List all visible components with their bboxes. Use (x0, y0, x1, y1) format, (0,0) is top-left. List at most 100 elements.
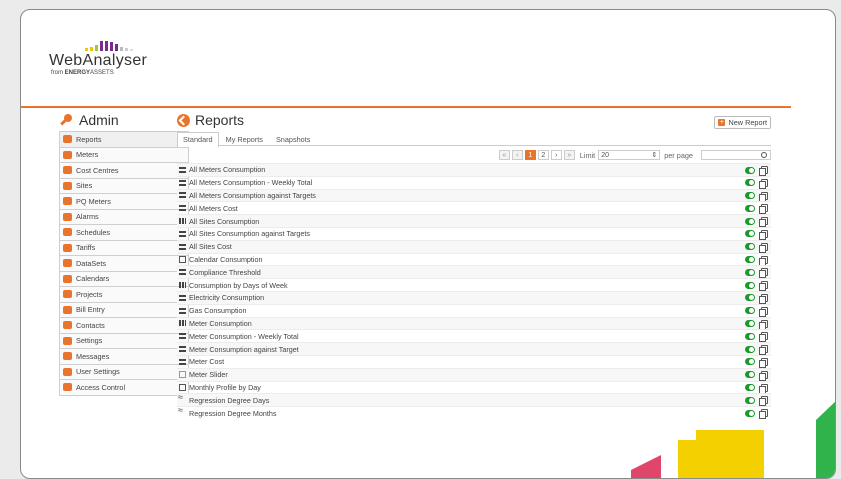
copy-icon[interactable] (759, 229, 768, 240)
copy-icon[interactable] (759, 345, 768, 356)
report-name[interactable]: Monthly Profile by Day (189, 383, 261, 392)
new-report-button[interactable]: + New Report (714, 116, 771, 129)
report-name[interactable]: All Meters Consumption - Weekly Total (189, 178, 312, 187)
report-name[interactable]: All Meters Consumption against Targets (189, 191, 316, 200)
copy-icon[interactable] (759, 281, 768, 292)
enabled-toggle[interactable] (745, 217, 755, 225)
enabled-toggle[interactable] (745, 281, 755, 289)
enabled-toggle[interactable] (745, 371, 755, 379)
enabled-toggle[interactable] (745, 345, 755, 353)
admin-menu-item-schedules[interactable]: Schedules (59, 225, 189, 241)
admin-menu-item-datasets[interactable]: DataSets (59, 256, 189, 272)
copy-icon[interactable] (759, 383, 768, 394)
page-2-button[interactable]: 2 (537, 150, 549, 160)
enabled-toggle[interactable] (745, 268, 755, 276)
report-row[interactable]: All Sites Cost (177, 239, 771, 253)
report-row[interactable]: Monthly Profile by Day (177, 380, 771, 394)
enabled-toggle[interactable] (745, 320, 755, 328)
admin-menu-item-tariffs[interactable]: Tariffs (59, 240, 189, 256)
copy-icon[interactable] (759, 178, 768, 189)
report-name[interactable]: Gas Consumption (189, 306, 247, 315)
report-row[interactable]: Calendar Consumption (177, 252, 771, 266)
report-name[interactable]: Calendar Consumption (189, 255, 263, 264)
limit-select[interactable]: 20 ⇕ (598, 150, 661, 160)
report-name[interactable]: All Sites Cost (189, 242, 232, 251)
copy-icon[interactable] (759, 191, 768, 202)
enabled-toggle[interactable] (745, 204, 755, 212)
admin-menu-item-messages[interactable]: Messages (59, 349, 189, 365)
report-name[interactable]: Meter Cost (189, 357, 224, 366)
first-page-button[interactable]: « (498, 150, 510, 160)
copy-icon[interactable] (759, 357, 768, 368)
report-name[interactable]: Meter Consumption (189, 319, 252, 328)
admin-menu-item-calendars[interactable]: Calendars (59, 271, 189, 287)
enabled-toggle[interactable] (745, 358, 755, 366)
admin-menu-item-reports[interactable]: Reports (59, 132, 189, 148)
enabled-toggle[interactable] (745, 307, 755, 315)
copy-icon[interactable] (759, 255, 768, 266)
report-name[interactable]: Regression Degree Days (189, 396, 269, 405)
report-name[interactable]: All Meters Consumption (189, 165, 265, 174)
copy-icon[interactable] (759, 370, 768, 381)
report-row[interactable]: Meter Slider (177, 367, 771, 381)
report-row[interactable]: Gas Consumption (177, 303, 771, 317)
enabled-toggle[interactable] (745, 256, 755, 264)
report-name[interactable]: Meter Consumption - Weekly Total (189, 332, 299, 341)
copy-icon[interactable] (759, 306, 768, 317)
report-row[interactable]: All Meters Consumption - Weekly Total (177, 175, 771, 189)
report-name[interactable]: Regression Degree Months (189, 409, 277, 418)
report-name[interactable]: All Sites Consumption against Targets (189, 229, 310, 238)
report-name[interactable]: Meter Consumption against Target (189, 345, 299, 354)
report-row[interactable]: Meter Consumption (177, 316, 771, 330)
copy-icon[interactable] (759, 217, 768, 228)
report-row[interactable]: All Sites Consumption (177, 214, 771, 228)
admin-menu-item-user-settings[interactable]: User Settings (59, 364, 189, 380)
next-page-button[interactable]: › (550, 150, 562, 160)
copy-icon[interactable] (759, 293, 768, 304)
copy-icon[interactable] (759, 319, 768, 330)
enabled-toggle[interactable] (745, 230, 755, 238)
copy-icon[interactable] (759, 204, 768, 215)
report-name[interactable]: Consumption by Days of Week (189, 281, 288, 290)
enabled-toggle[interactable] (745, 179, 755, 187)
page-current-button[interactable]: 1 (524, 150, 536, 160)
report-row[interactable]: Compliance Threshold (177, 265, 771, 279)
admin-menu-item-access-control[interactable]: Access Control (59, 380, 189, 396)
admin-menu-item-contacts[interactable]: Contacts (59, 318, 189, 334)
admin-menu-item-meters[interactable]: Meters (59, 147, 189, 163)
copy-icon[interactable] (759, 332, 768, 343)
admin-menu-item-sites[interactable]: Sites (59, 178, 189, 194)
report-name[interactable]: Meter Slider (189, 370, 228, 379)
report-name[interactable]: Electricity Consumption (189, 293, 264, 302)
tab-snapshots[interactable]: Snapshots (270, 132, 316, 145)
search-input[interactable] (701, 150, 771, 160)
report-name[interactable]: Compliance Threshold (189, 268, 261, 277)
report-row[interactable]: All Meters Consumption against Targets (177, 188, 771, 202)
report-name[interactable]: All Sites Consumption (189, 217, 259, 226)
admin-menu-item-settings[interactable]: Settings (59, 333, 189, 349)
tab-standard[interactable]: Standard (177, 132, 219, 147)
prev-page-button[interactable]: ‹ (511, 150, 523, 160)
report-row[interactable]: All Meters Consumption (177, 163, 771, 176)
report-row[interactable]: Meter Consumption against Target (177, 342, 771, 356)
report-row[interactable]: Consumption by Days of Week (177, 278, 771, 292)
enabled-toggle[interactable] (745, 166, 755, 174)
report-row[interactable]: Meter Cost (177, 354, 771, 368)
admin-menu-item-pq-meters[interactable]: PQ Meters (59, 194, 189, 210)
enabled-toggle[interactable] (745, 332, 755, 340)
admin-menu-item-alarms[interactable]: Alarms (59, 209, 189, 225)
enabled-toggle[interactable] (745, 384, 755, 392)
report-row[interactable]: Meter Consumption - Weekly Total (177, 329, 771, 343)
report-row[interactable]: All Meters Cost (177, 201, 771, 215)
admin-menu-item-cost-centres[interactable]: Cost Centres (59, 163, 189, 179)
last-page-button[interactable]: » (563, 150, 575, 160)
copy-icon[interactable] (759, 242, 768, 253)
admin-menu-item-projects[interactable]: Projects (59, 287, 189, 303)
tab-my-reports[interactable]: My Reports (220, 132, 269, 145)
enabled-toggle[interactable] (745, 243, 755, 251)
report-row[interactable]: Electricity Consumption (177, 290, 771, 304)
admin-menu-item-bill-entry[interactable]: Bill Entry (59, 302, 189, 318)
copy-icon[interactable] (759, 166, 768, 176)
back-circle-icon[interactable] (177, 113, 190, 127)
copy-icon[interactable] (759, 268, 768, 279)
